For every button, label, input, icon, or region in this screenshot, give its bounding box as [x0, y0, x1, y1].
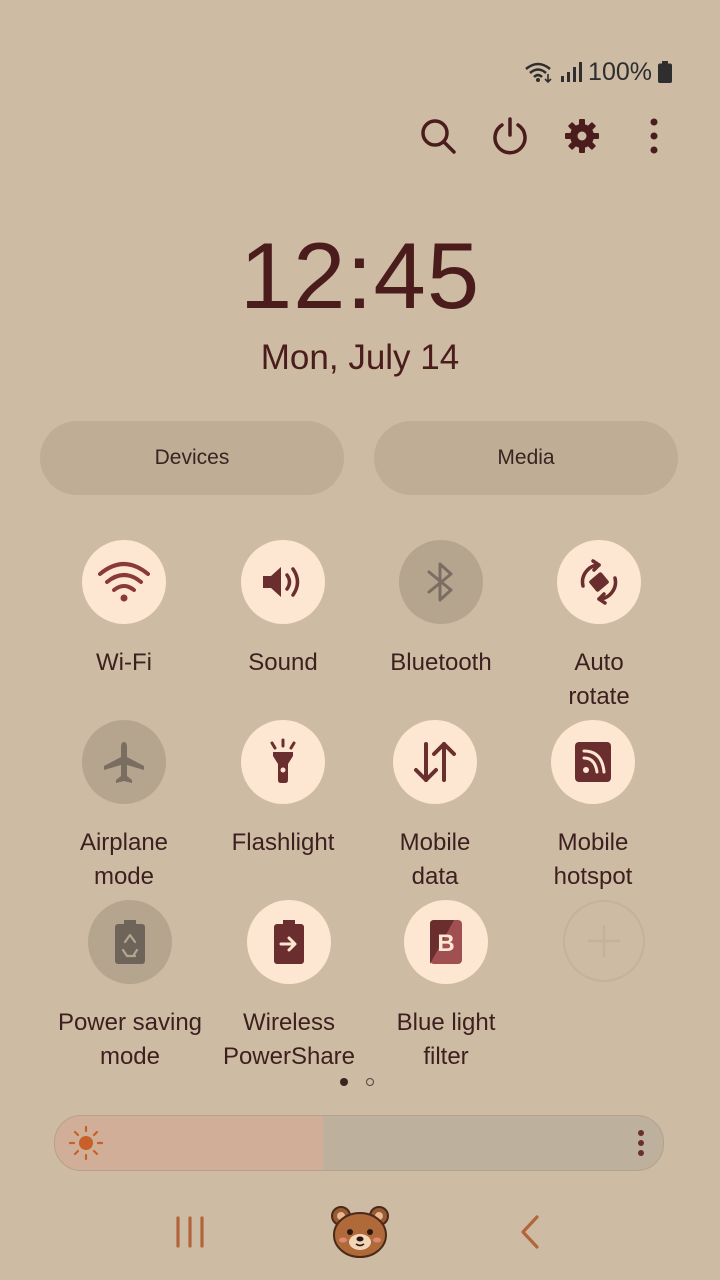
- devices-button[interactable]: Devices: [40, 421, 344, 495]
- recents-icon: [176, 1216, 204, 1248]
- home-button[interactable]: [326, 1200, 394, 1264]
- tile-label: Wireless PowerShare: [222, 1009, 356, 1070]
- tile-label: Sound: [248, 649, 318, 676]
- brightness-slider[interactable]: [54, 1115, 664, 1171]
- tile-blue-light-filter[interactable]: B Blue light filter: [366, 900, 526, 1074]
- power-icon: [493, 117, 527, 155]
- tile-label: Airplane mode: [79, 829, 169, 890]
- tile-label: Mobile hotspot: [553, 829, 633, 890]
- page-dot[interactable]: [366, 1078, 374, 1086]
- more-options-button[interactable]: [618, 112, 690, 160]
- flashlight-icon: [270, 738, 296, 783]
- tile-airplane-circle[interactable]: [82, 720, 166, 804]
- tile-mobile-hotspot[interactable]: Mobile hotspot: [513, 720, 673, 894]
- blue-light-filter-icon: B: [430, 920, 462, 964]
- add-tile-icon: [588, 925, 620, 957]
- power-saving-icon: [115, 920, 145, 964]
- tile-power-saving-circle[interactable]: [88, 900, 172, 984]
- tile-airplane-mode[interactable]: Airplane mode: [44, 720, 204, 894]
- search-icon: [421, 119, 456, 154]
- tile-flashlight-circle[interactable]: [241, 720, 325, 804]
- tile-add-circle[interactable]: [563, 900, 645, 982]
- tile-label: Bluetooth: [390, 649, 492, 676]
- recents-button[interactable]: [160, 1200, 220, 1264]
- battery-icon: [658, 61, 672, 83]
- wireless-powershare-icon: [274, 920, 304, 964]
- power-button[interactable]: [474, 112, 546, 160]
- battery-percentage: 100%: [588, 57, 652, 86]
- tile-bluetooth-circle[interactable]: [399, 540, 483, 624]
- back-icon: [521, 1215, 539, 1249]
- mobile-data-icon: [414, 742, 456, 782]
- brightness-sun-icon: [68, 1125, 104, 1161]
- volume-icon: [263, 567, 300, 597]
- tile-auto-rotate[interactable]: Auto rotate: [519, 540, 679, 714]
- settings-button[interactable]: [546, 112, 618, 160]
- wifi-icon: [98, 562, 150, 602]
- tile-flashlight[interactable]: Flashlight: [203, 720, 363, 860]
- tile-wifi-circle[interactable]: [82, 540, 166, 624]
- status-bar: 100%: [524, 56, 672, 88]
- tile-label: Wi-Fi: [96, 649, 152, 676]
- tile-label: Flashlight: [231, 829, 335, 856]
- header-actions: [402, 112, 690, 160]
- page-indicator: [340, 1078, 374, 1086]
- settings-icon: [565, 119, 599, 153]
- tile-mobile-data-circle[interactable]: [393, 720, 477, 804]
- tile-add[interactable]: [524, 900, 684, 982]
- clock-date[interactable]: Mon, July 14: [0, 338, 720, 378]
- tile-wifi[interactable]: Wi-Fi: [44, 540, 204, 680]
- back-button[interactable]: [506, 1200, 554, 1264]
- tile-wireless-powershare-circle[interactable]: [247, 900, 331, 984]
- tile-mobile-data[interactable]: Mobile data: [355, 720, 515, 894]
- tile-wireless-powershare[interactable]: Wireless PowerShare: [209, 900, 369, 1074]
- tile-label: Auto rotate: [568, 649, 630, 710]
- tile-label: Power saving mode: [57, 1009, 203, 1070]
- more-options-icon: [650, 118, 658, 154]
- search-button[interactable]: [402, 112, 474, 160]
- navigation-bar: [0, 1200, 720, 1264]
- svg-text:B: B: [437, 930, 454, 957]
- bluetooth-icon: [427, 562, 453, 602]
- media-button[interactable]: Media: [374, 421, 678, 495]
- airplane-icon: [104, 742, 144, 783]
- tile-label: Mobile data: [399, 829, 471, 890]
- brightness-more-icon[interactable]: [637, 1130, 645, 1156]
- wifi-status-icon: [525, 62, 552, 84]
- tile-bluetooth[interactable]: Bluetooth: [361, 540, 521, 680]
- tile-sound[interactable]: Sound: [203, 540, 363, 680]
- tile-auto-rotate-circle[interactable]: [557, 540, 641, 624]
- tile-sound-circle[interactable]: [241, 540, 325, 624]
- page-dot-active[interactable]: [340, 1078, 348, 1086]
- clock-time[interactable]: 12:45: [0, 222, 720, 330]
- auto-rotate-icon: [580, 559, 618, 605]
- hotspot-icon: [575, 742, 611, 782]
- bear-home-icon: [331, 1206, 389, 1258]
- tile-blue-light-filter-circle[interactable]: B: [404, 900, 488, 984]
- tile-power-saving[interactable]: Power saving mode: [50, 900, 210, 1074]
- tile-mobile-hotspot-circle[interactable]: [551, 720, 635, 804]
- quick-settings-panel: 100% 12:45 Mon, July 14 Devices Media Wi…: [0, 0, 720, 1280]
- signal-icon: [561, 62, 583, 82]
- tile-label: Blue light filter: [396, 1009, 496, 1070]
